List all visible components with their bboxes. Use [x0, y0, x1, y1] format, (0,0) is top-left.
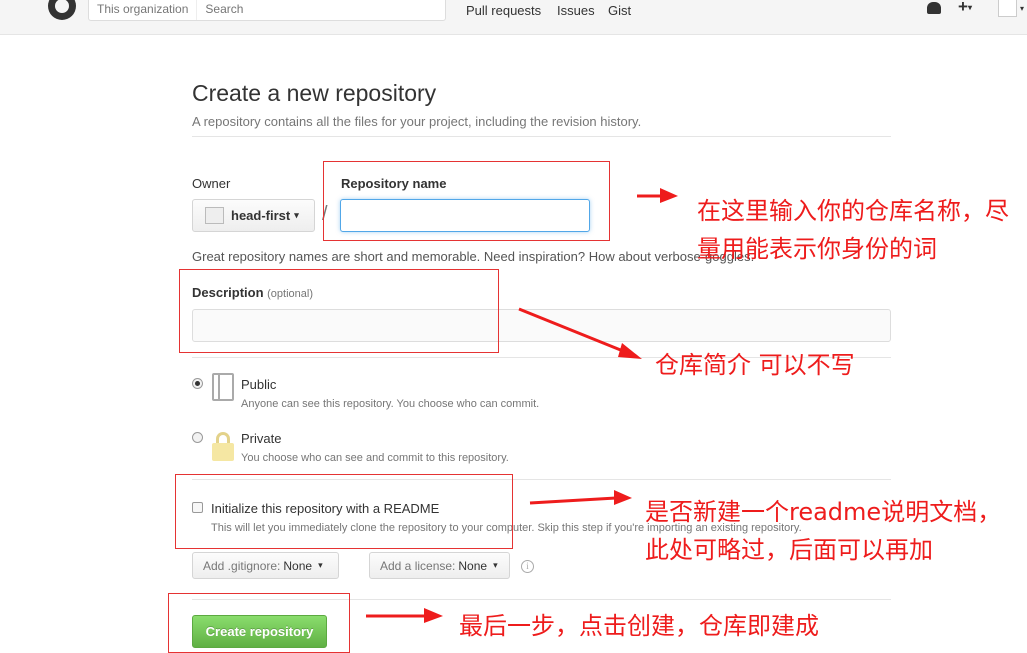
- annotation-readme: 是否新建一个readme说明文档，此处可略过，后面可以再加: [645, 498, 1002, 564]
- annotation-create: 最后一步，点击创建，仓库即建成: [459, 612, 819, 640]
- annotation-description: 仓库简介 可以不写: [655, 351, 855, 379]
- annotation-repo-name: 在这里输入你的仓库名称，尽量用能表示你身份的词: [697, 197, 1009, 263]
